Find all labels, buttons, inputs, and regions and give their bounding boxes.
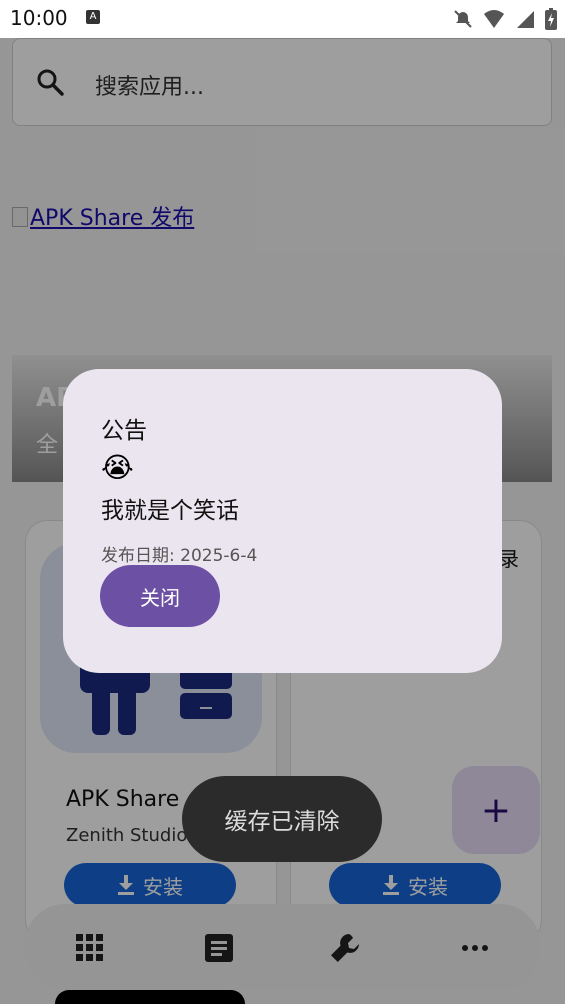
wifi-icon <box>484 10 504 28</box>
dialog-message: 我就是个笑话 <box>101 498 239 524</box>
close-button-label: 关闭 <box>140 585 180 610</box>
signal-icon <box>517 11 534 28</box>
toast-text: 缓存已清除 <box>224 809 340 835</box>
dialog-date: 发布日期: 2025-6-4 <box>101 546 258 566</box>
close-button[interactable]: 关闭 <box>100 565 220 627</box>
announcement-dialog: 公告 😭 我就是个笑话 发布日期: 2025-6-4 关闭 <box>63 369 502 673</box>
status-bar: 10:00 A <box>0 0 565 38</box>
status-icons <box>453 8 557 30</box>
dialog-title: 公告 <box>101 418 147 444</box>
toast-message: 缓存已清除 <box>182 776 382 862</box>
crying-emoji-icon: 😭 <box>101 451 134 484</box>
status-time: 10:00 <box>10 6 68 30</box>
dnd-bell-off-icon <box>454 10 472 28</box>
battery-charging-icon <box>545 8 557 30</box>
notification-icon: A <box>86 10 100 24</box>
